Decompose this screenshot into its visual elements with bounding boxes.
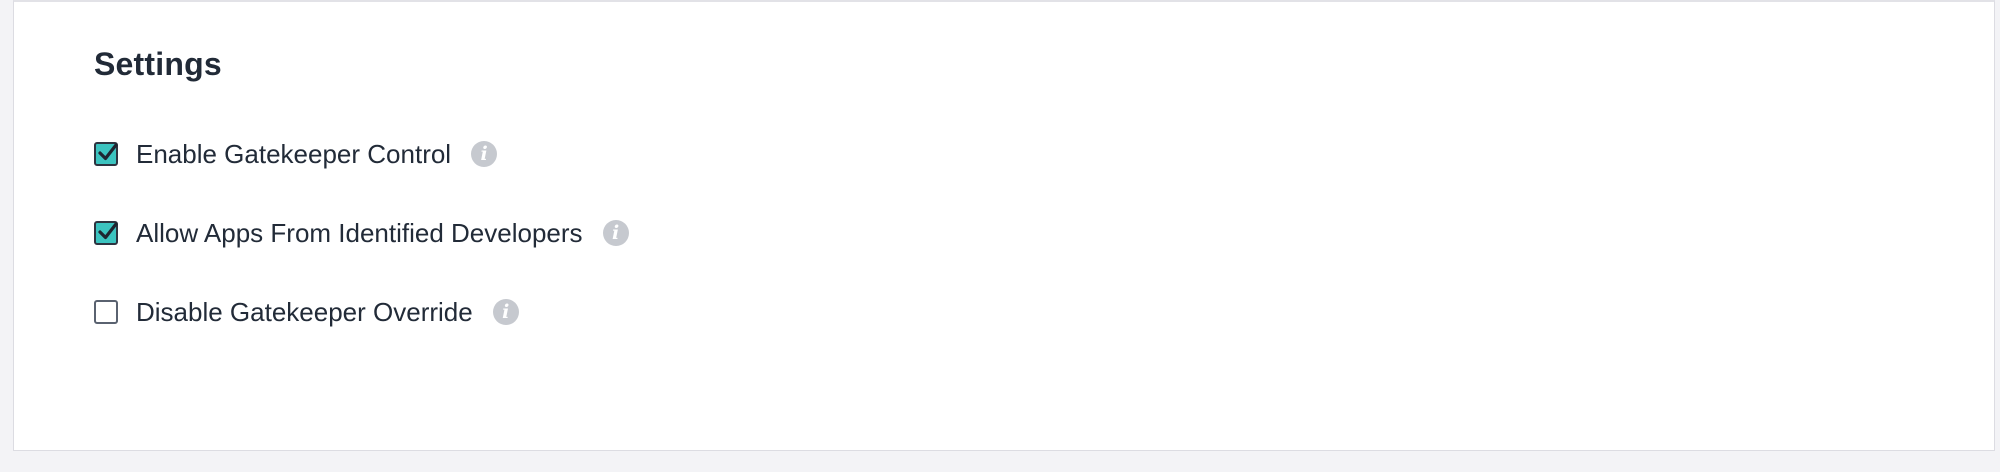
- allow-apps-from-identified-developers-label: Allow Apps From Identified Developers: [136, 217, 583, 248]
- checkmark-icon: [98, 222, 118, 240]
- option-disable-gatekeeper-override[interactable]: Disable Gatekeeper Override i: [94, 294, 519, 330]
- option-enable-gatekeeper-control[interactable]: Enable Gatekeeper Control i: [94, 136, 498, 172]
- checkmark-icon: [98, 143, 118, 161]
- disable-gatekeeper-override-label: Disable Gatekeeper Override: [136, 296, 473, 327]
- info-icon[interactable]: i: [602, 220, 629, 246]
- disable-gatekeeper-override-checkbox[interactable]: [94, 300, 118, 324]
- enable-gatekeeper-control-label: Enable Gatekeeper Control: [136, 138, 452, 169]
- info-icon[interactable]: i: [492, 299, 519, 325]
- settings-panel: Settings Enable Gatekeeper Control i All…: [13, 0, 1995, 451]
- settings-title: Settings: [94, 46, 222, 82]
- enable-gatekeeper-control-checkbox[interactable]: [94, 142, 118, 166]
- allow-apps-from-identified-developers-checkbox[interactable]: [94, 221, 118, 245]
- info-icon[interactable]: i: [471, 141, 498, 167]
- option-allow-apps-from-identified-developers[interactable]: Allow Apps From Identified Developers i: [94, 215, 629, 251]
